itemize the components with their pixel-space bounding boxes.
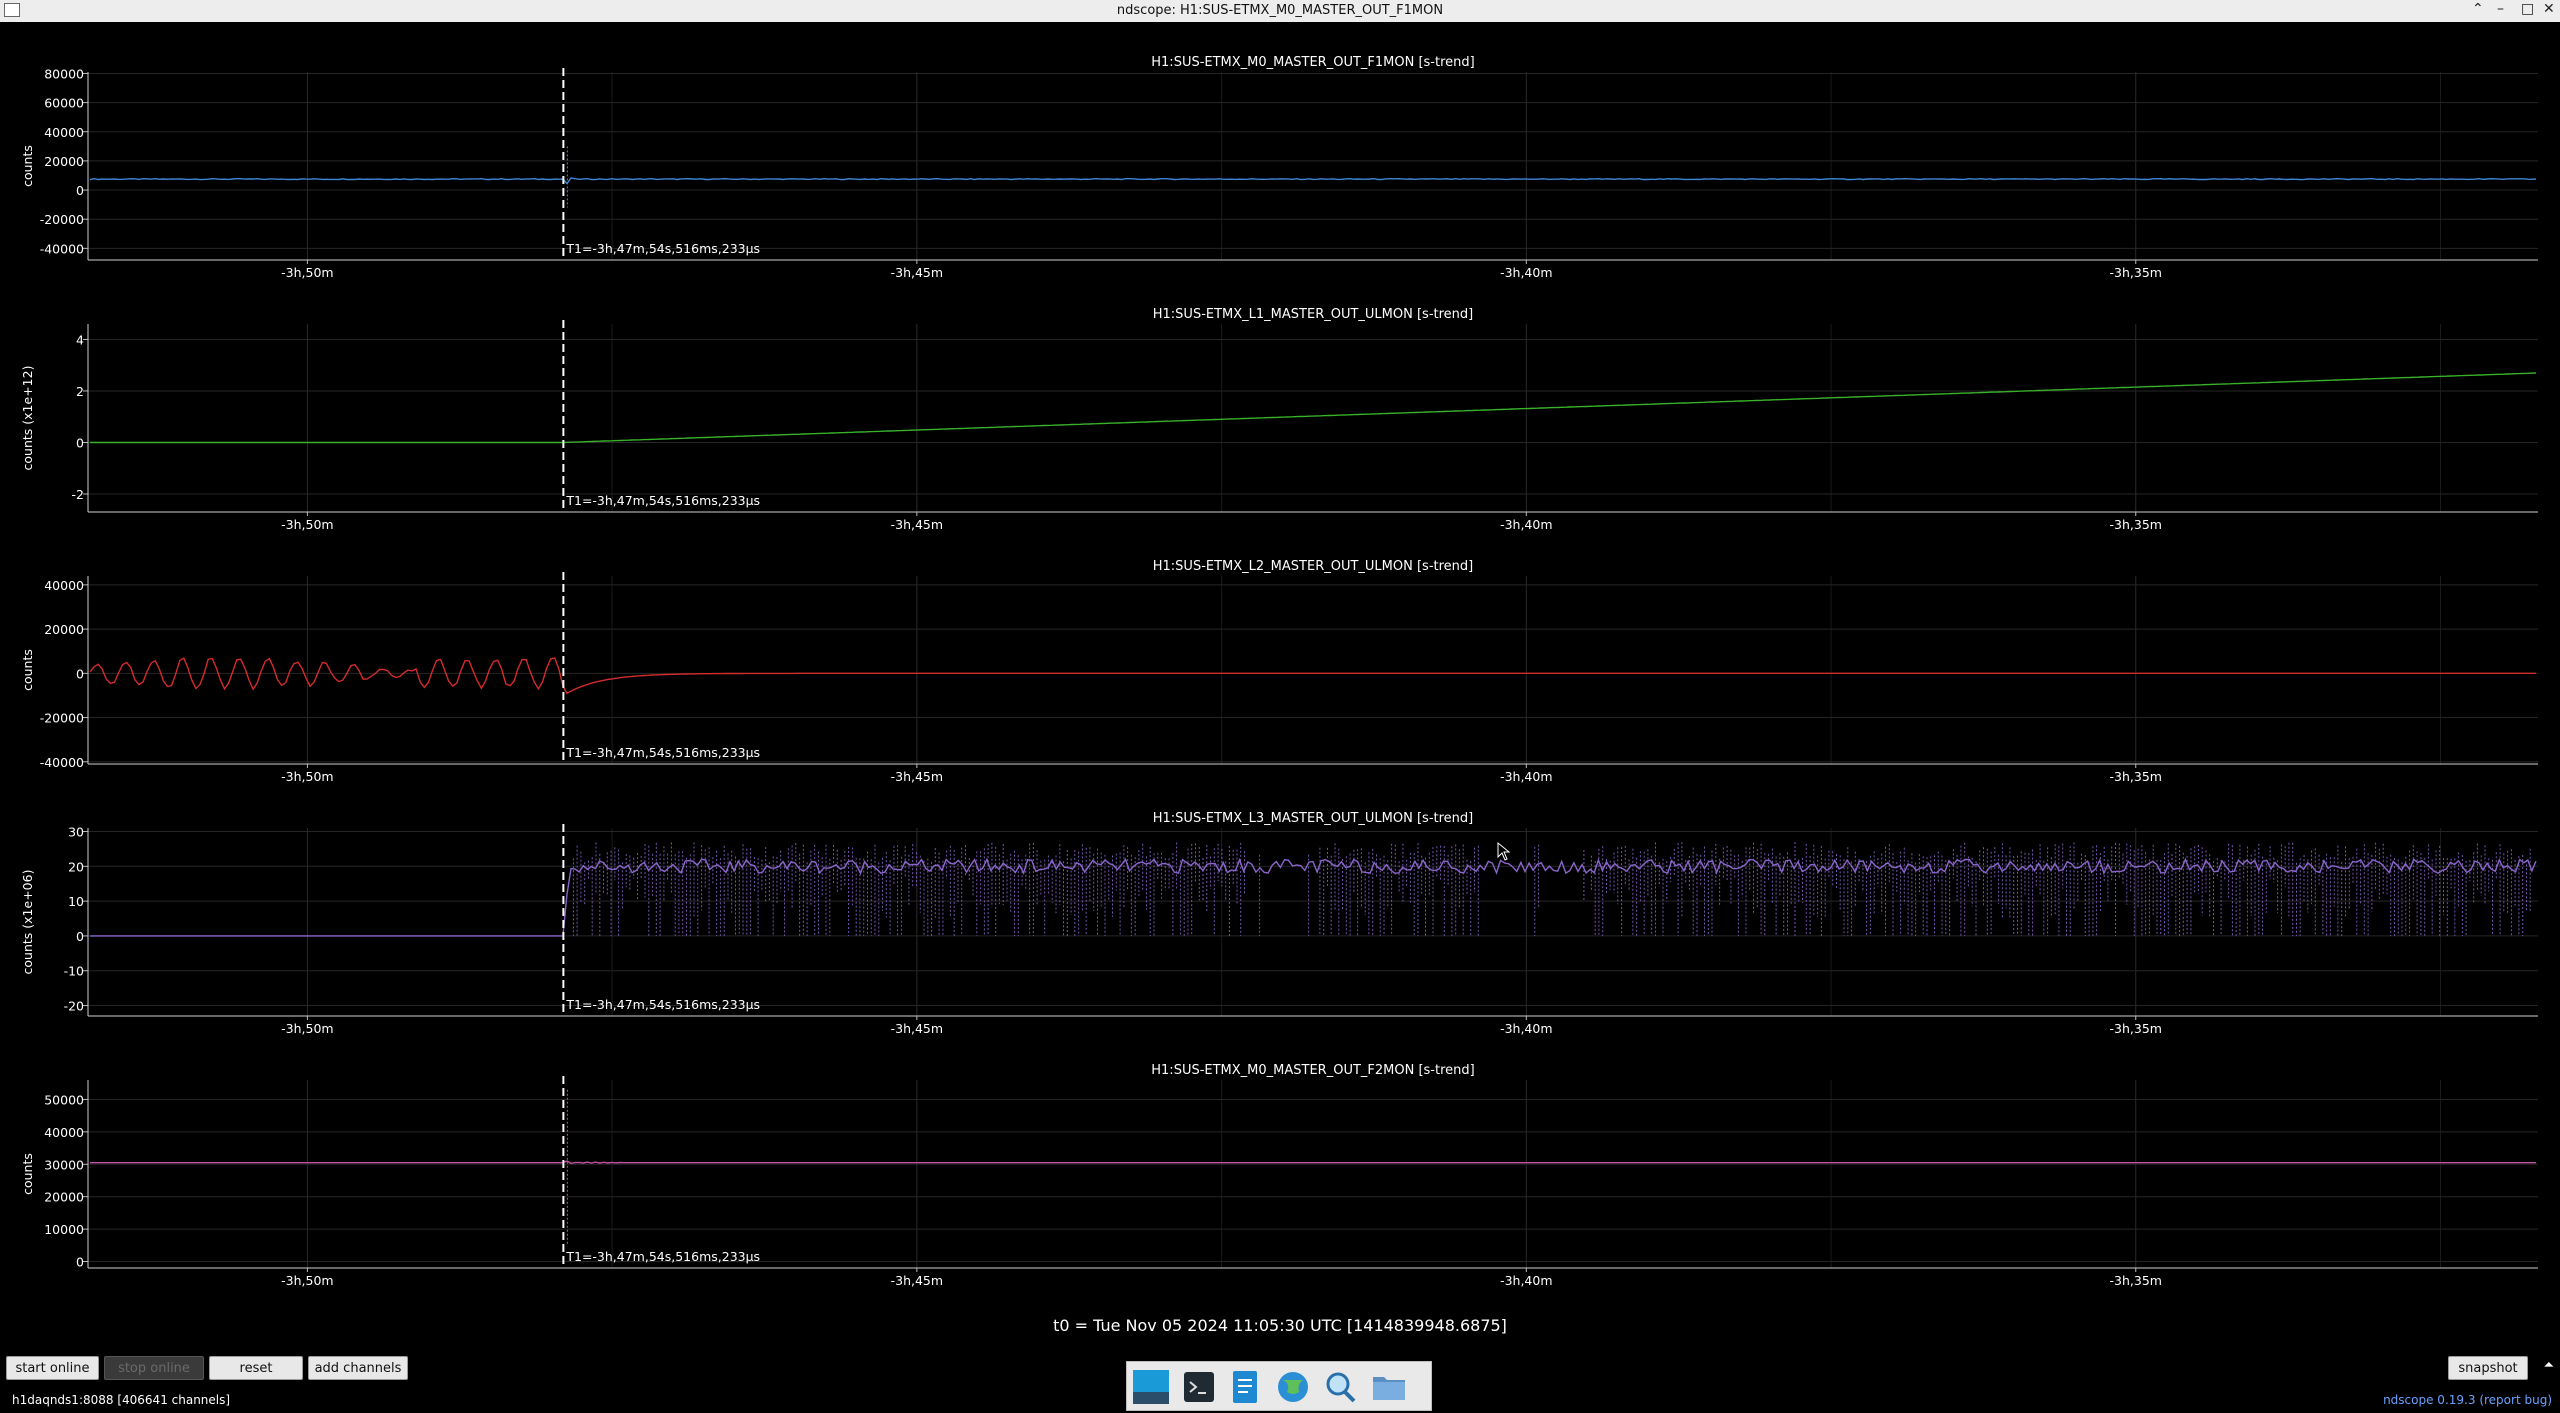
t1-cursor-label: T1=-3h,47m,54s,516ms,233µs (565, 493, 760, 508)
t1-cursor-label: T1=-3h,47m,54s,516ms,233µs (565, 745, 760, 760)
series-line (90, 857, 2537, 937)
report-bug-link[interactable]: report bug (2484, 1393, 2547, 1407)
y-tick-label: 30 (68, 824, 84, 839)
y-tick-label: 20000 (44, 1190, 84, 1205)
t0-label: t0 = Tue Nov 05 2024 11:05:30 UTC [14148… (1053, 1316, 1507, 1335)
version-link[interactable]: ndscope 0.19.3 (2383, 1393, 2475, 1407)
desktop-icon[interactable] (1131, 1368, 1171, 1406)
x-tick-label: -3h,35m (2110, 517, 2162, 532)
y-tick-label: 40000 (44, 125, 84, 140)
x-tick-label: -3h,40m (1500, 265, 1552, 280)
keep-above-icon[interactable]: ⌃ (2472, 1, 2484, 17)
window-titlebar: ndscope: H1:SUS-ETMX_M0_MASTER_OUT_F1MON… (0, 0, 2560, 22)
text-editor-icon[interactable] (1225, 1368, 1265, 1406)
y-tick-label: 4 (76, 332, 84, 347)
x-tick-label: -3h,40m (1500, 517, 1552, 532)
terminal-icon[interactable] (1179, 1368, 1219, 1406)
window-title: ndscope: H1:SUS-ETMX_M0_MASTER_OUT_F1MON (1116, 3, 1444, 18)
stop-online-button: stop online (104, 1356, 204, 1380)
y-tick-label: -20 (64, 999, 84, 1014)
x-tick-label: -3h,50m (281, 1021, 333, 1036)
y-axis-label: counts (x1e+12) (20, 366, 35, 471)
snapshot-button[interactable]: snapshot (2448, 1356, 2528, 1380)
x-tick-label: -3h,50m (281, 265, 333, 280)
y-axis-label: counts (20, 1153, 35, 1195)
y-tick-label: 0 (76, 666, 84, 681)
y-axis-label: counts (x1e+06) (20, 870, 35, 975)
series-line (90, 372, 2537, 444)
y-tick-label: 20000 (44, 154, 84, 169)
series-line (89, 657, 2536, 695)
plot-title: H1:SUS-ETMX_L2_MASTER_OUT_ULMON [s-trend… (1153, 559, 1473, 574)
y-tick-label: 0 (76, 929, 84, 944)
x-tick-label: -3h,50m (281, 517, 333, 532)
minimize-icon[interactable]: – (2497, 1, 2504, 17)
series-band (572, 842, 2531, 936)
add-channels-button[interactable]: add channels (308, 1356, 408, 1380)
y-axis-label: counts (20, 649, 35, 691)
y-tick-label: 0 (76, 435, 84, 450)
version-info: ndscope 0.19.3 (report bug) (2383, 1393, 2552, 1407)
y-tick-label: 30000 (44, 1157, 84, 1172)
x-tick-label: -3h,45m (891, 1021, 943, 1036)
y-tick-label: 80000 (44, 66, 84, 81)
browser-icon[interactable] (1273, 1368, 1313, 1406)
start-online-button[interactable]: start online (6, 1356, 99, 1380)
plot-title: H1:SUS-ETMX_L3_MASTER_OUT_ULMON [s-trend… (1153, 811, 1473, 826)
y-tick-label: 10000 (44, 1222, 84, 1237)
x-tick-label: -3h,35m (2110, 1273, 2162, 1288)
y-tick-label: -40000 (40, 241, 84, 256)
x-tick-label: -3h,35m (2110, 1021, 2162, 1036)
y-tick-label: -2 (72, 487, 84, 502)
search-icon[interactable] (1321, 1368, 1361, 1406)
status-text: h1daqnds1:8088 [406641 channels] (12, 1393, 231, 1407)
series-line (89, 177, 2537, 185)
y-tick-label: 10 (68, 894, 84, 909)
x-tick-label: -3h,40m (1500, 769, 1552, 784)
series-line (90, 1160, 2536, 1165)
x-tick-label: -3h,50m (281, 1273, 333, 1288)
x-tick-label: -3h,35m (2110, 265, 2162, 280)
collapse-arrow-icon[interactable]: ⏶ (2544, 1358, 2554, 1373)
y-tick-label: 40000 (44, 578, 84, 593)
y-tick-label: -10 (64, 964, 84, 979)
y-tick-label: 0 (76, 1255, 84, 1270)
y-tick-label: 40000 (44, 1125, 84, 1140)
x-tick-label: -3h,45m (891, 1273, 943, 1288)
folder-icon[interactable] (1369, 1368, 1409, 1406)
t1-cursor-label: T1=-3h,47m,54s,516ms,233µs (565, 997, 760, 1012)
t1-cursor-label: T1=-3h,47m,54s,516ms,233µs (565, 1249, 760, 1264)
x-tick-label: -3h,45m (891, 265, 943, 280)
y-tick-label: -20000 (40, 212, 84, 227)
taskbar (1126, 1361, 1432, 1411)
close-icon[interactable]: ✕ (2543, 1, 2555, 17)
y-axis-label: counts (20, 145, 35, 187)
y-tick-label: -20000 (40, 711, 84, 726)
t1-cursor-label: T1=-3h,47m,54s,516ms,233µs (565, 241, 760, 256)
x-tick-label: -3h,40m (1500, 1273, 1552, 1288)
y-tick-label: 2 (76, 384, 84, 399)
y-tick-label: -40000 (40, 755, 84, 770)
x-tick-label: -3h,35m (2110, 769, 2162, 784)
x-tick-label: -3h,45m (891, 769, 943, 784)
plot-title: H1:SUS-ETMX_M0_MASTER_OUT_F2MON [s-trend… (1151, 1063, 1474, 1078)
y-tick-label: 50000 (44, 1092, 84, 1107)
plot-area[interactable]: H1:SUS-ETMX_M0_MASTER_OUT_F1MON [s-trend… (0, 22, 2560, 1350)
plot-title: H1:SUS-ETMX_L1_MASTER_OUT_ULMON [s-trend… (1153, 307, 1473, 322)
x-tick-label: -3h,45m (891, 517, 943, 532)
x-tick-label: -3h,50m (281, 769, 333, 784)
x-tick-label: -3h,40m (1500, 1021, 1552, 1036)
plot-title: H1:SUS-ETMX_M0_MASTER_OUT_F1MON [s-trend… (1151, 55, 1474, 70)
maximize-icon[interactable]: □ (2521, 1, 2534, 17)
y-tick-label: 60000 (44, 96, 84, 111)
y-tick-label: 20 (68, 859, 84, 874)
y-tick-label: 20000 (44, 622, 84, 637)
mouse-pointer-icon (1497, 841, 1511, 861)
reset-button[interactable]: reset (209, 1356, 303, 1380)
y-tick-label: 0 (76, 183, 84, 198)
